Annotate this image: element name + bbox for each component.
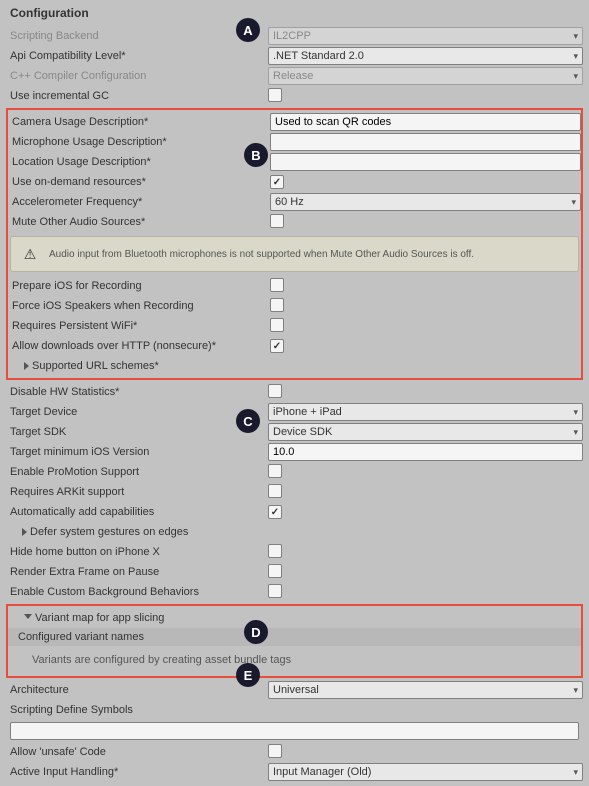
wifi-checkbox[interactable]	[270, 318, 284, 332]
input-handling-dropdown[interactable]: Input Manager (Old)	[268, 763, 583, 781]
force-speakers-checkbox[interactable]	[270, 298, 284, 312]
location-label: Location Usage Description*	[8, 156, 266, 168]
hide-home-label: Hide home button on iPhone X	[6, 546, 264, 558]
api-compat-label: Api Compatibility Level*	[6, 50, 264, 62]
promotion-label: Enable ProMotion Support	[6, 466, 264, 478]
marker-d: D	[244, 620, 268, 644]
marker-c: C	[236, 409, 260, 433]
group-b: Camera Usage Description* Microphone Usa…	[6, 108, 583, 380]
camera-input[interactable]	[270, 113, 581, 131]
arkit-label: Requires ARKit support	[6, 486, 264, 498]
extra-frame-checkbox[interactable]	[268, 564, 282, 578]
disable-hw-label: Disable HW Statistics*	[6, 386, 264, 398]
accel-label: Accelerometer Frequency*	[8, 196, 266, 208]
promotion-checkbox[interactable]	[268, 464, 282, 478]
arkit-checkbox[interactable]	[268, 484, 282, 498]
mute-label: Mute Other Audio Sources*	[8, 216, 266, 228]
auto-caps-label: Automatically add capabilities	[6, 506, 264, 518]
defer-foldout[interactable]: Defer system gestures on edges	[6, 526, 264, 538]
target-sdk-label: Target SDK	[6, 426, 264, 438]
microphone-input[interactable]	[270, 133, 581, 151]
cpp-compiler-dropdown: Release	[268, 67, 583, 85]
scripting-backend-label: Scripting Backend	[6, 30, 264, 42]
auto-caps-checkbox[interactable]	[268, 505, 282, 519]
foldout-arrow-down-icon	[24, 614, 32, 623]
define-input[interactable]	[10, 722, 579, 740]
mute-checkbox[interactable]	[270, 214, 284, 228]
section-header: Configuration	[6, 4, 583, 26]
custom-bg-checkbox[interactable]	[268, 584, 282, 598]
http-checkbox[interactable]	[270, 339, 284, 353]
camera-label: Camera Usage Description*	[8, 116, 266, 128]
ondemand-checkbox[interactable]	[270, 175, 284, 189]
target-device-dropdown[interactable]: iPhone + iPad	[268, 403, 583, 421]
marker-b: B	[244, 143, 268, 167]
marker-e: E	[236, 663, 260, 687]
api-compat-dropdown[interactable]: .NET Standard 2.0	[268, 47, 583, 65]
location-input[interactable]	[270, 153, 581, 171]
arch-label: Architecture	[6, 684, 264, 696]
configured-variant-header: Configured variant names	[8, 628, 581, 646]
min-ios-input[interactable]	[268, 443, 583, 461]
target-sdk-dropdown[interactable]: Device SDK	[268, 423, 583, 441]
accel-dropdown[interactable]: 60 Hz	[270, 193, 581, 211]
prepare-label: Prepare iOS for Recording	[8, 280, 266, 292]
extra-frame-label: Render Extra Frame on Pause	[6, 566, 264, 578]
ondemand-label: Use on-demand resources*	[8, 176, 266, 188]
input-handling-label: Active Input Handling*	[6, 766, 264, 778]
wifi-label: Requires Persistent WiFi*	[8, 320, 266, 332]
group-d: Variant map for app slicing Configured v…	[6, 604, 583, 678]
microphone-label: Microphone Usage Description*	[8, 136, 266, 148]
http-label: Allow downloads over HTTP (nonsecure)*	[8, 340, 266, 352]
url-schemes-foldout[interactable]: Supported URL schemes*	[8, 360, 266, 372]
incremental-gc-checkbox[interactable]	[268, 88, 282, 102]
arch-dropdown[interactable]: Universal	[268, 681, 583, 699]
foldout-arrow-icon	[22, 528, 27, 536]
foldout-arrow-icon	[24, 362, 29, 370]
scripting-backend-dropdown: IL2CPP	[268, 27, 583, 45]
unsafe-label: Allow 'unsafe' Code	[6, 746, 264, 758]
hide-home-checkbox[interactable]	[268, 544, 282, 558]
variant-map-foldout[interactable]: Variant map for app slicing	[8, 612, 266, 624]
unsafe-checkbox[interactable]	[268, 744, 282, 758]
alert-text: Audio input from Bluetooth microphones i…	[49, 249, 474, 260]
incremental-gc-label: Use incremental GC	[6, 90, 264, 102]
warning-icon: ⚠	[21, 245, 39, 263]
audio-alert: ⚠ Audio input from Bluetooth microphones…	[10, 236, 579, 272]
target-device-label: Target Device	[6, 406, 264, 418]
cpp-compiler-label: C++ Compiler Configuration	[6, 70, 264, 82]
marker-a: A	[236, 18, 260, 42]
force-speakers-label: Force iOS Speakers when Recording	[8, 300, 266, 312]
variant-info-text: Variants are configured by creating asse…	[8, 646, 581, 674]
custom-bg-label: Enable Custom Background Behaviors	[6, 586, 264, 598]
min-ios-label: Target minimum iOS Version	[6, 446, 264, 458]
define-label: Scripting Define Symbols	[6, 704, 264, 716]
prepare-checkbox[interactable]	[270, 278, 284, 292]
disable-hw-checkbox[interactable]	[268, 384, 282, 398]
